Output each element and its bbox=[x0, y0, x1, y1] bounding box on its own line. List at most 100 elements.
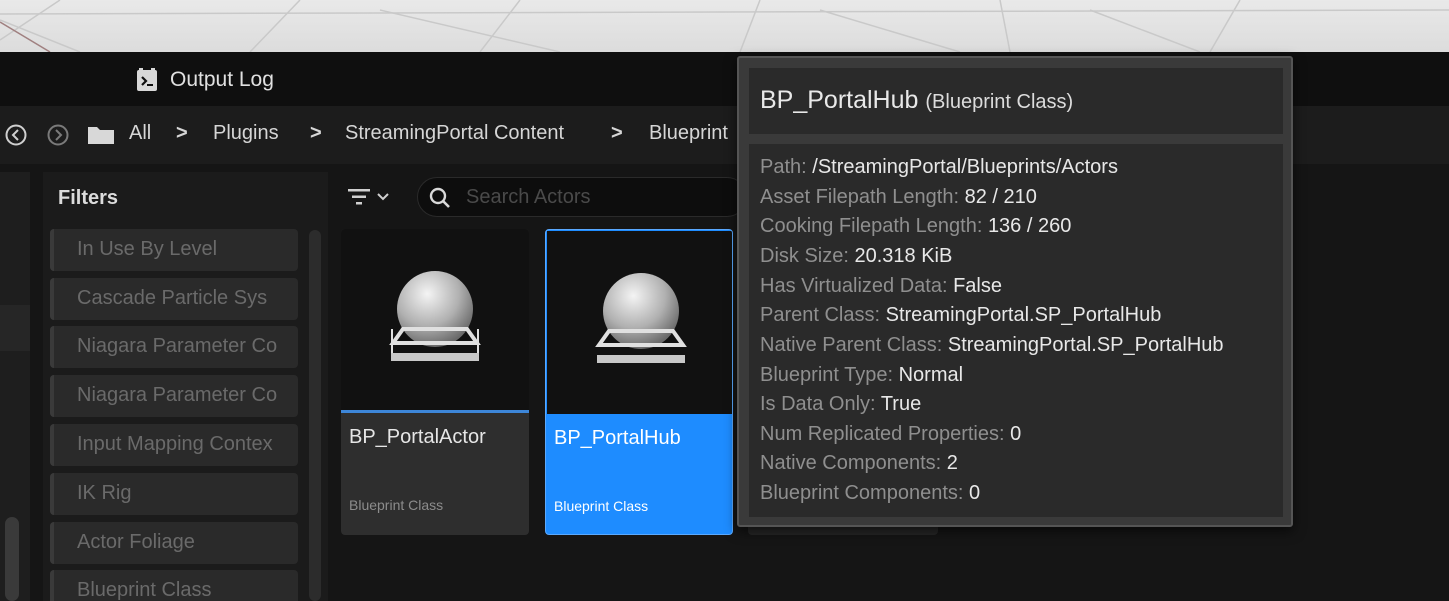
filters-panel: Filters In Use By Level Cascade Particle… bbox=[43, 172, 328, 601]
filter-color-bar bbox=[50, 229, 54, 271]
filter-label: Cascade Particle Sys bbox=[77, 287, 268, 309]
sources-panel-tab[interactable] bbox=[0, 305, 30, 351]
asset-tooltip: BP_PortalHub (Blueprint Class) Path: /St… bbox=[737, 56, 1293, 527]
filter-label: Input Mapping Contex bbox=[77, 433, 273, 455]
tooltip-value: /StreamingPortal/Blueprints/Actors bbox=[812, 156, 1118, 178]
tooltip-row: Has Virtualized Data: False bbox=[760, 275, 1002, 298]
breadcrumb-separator: > bbox=[310, 122, 322, 144]
tooltip-value: 0 bbox=[969, 482, 981, 504]
tooltip-asset-name: BP_PortalHub bbox=[760, 86, 919, 114]
filter-label: Actor Foliage bbox=[77, 531, 195, 553]
asset-name: BP_PortalHub bbox=[554, 427, 681, 449]
tooltip-key: Blueprint Components: bbox=[760, 482, 964, 504]
tooltip-body: Path: /StreamingPortal/Blueprints/Actors… bbox=[749, 144, 1283, 517]
tooltip-row: Blueprint Type: Normal bbox=[760, 364, 963, 387]
tooltip-value: True bbox=[880, 393, 922, 415]
viewport-floor bbox=[0, 0, 1449, 52]
tooltip-key: Path: bbox=[760, 156, 807, 178]
tooltip-value: StreamingPortal.SP_PortalHub bbox=[885, 304, 1162, 326]
filter-label: Blueprint Class bbox=[77, 579, 212, 601]
tooltip-row: Asset Filepath Length: 82 / 210 bbox=[760, 186, 1037, 209]
search-placeholder: Search Actors bbox=[466, 186, 591, 208]
tooltip-row: Num Replicated Properties: 0 bbox=[760, 423, 1021, 446]
tooltip-value: Normal bbox=[898, 364, 964, 386]
tooltip-key: Parent Class: bbox=[760, 304, 881, 326]
folder-icon bbox=[88, 127, 114, 144]
filter-item[interactable]: Actor Foliage bbox=[50, 522, 298, 564]
asset-tile-selected[interactable]: BP_PortalHub Blueprint Class bbox=[545, 229, 733, 535]
search-input[interactable]: Search Actors bbox=[417, 177, 747, 217]
tooltip-value: 0 bbox=[1010, 423, 1022, 445]
tooltip-row: Is Data Only: True bbox=[760, 393, 921, 416]
tooltip-title: BP_PortalHub (Blueprint Class) bbox=[760, 86, 1073, 115]
filter-color-bar bbox=[50, 424, 54, 466]
filter-label: In Use By Level bbox=[77, 238, 218, 260]
filter-color-bar bbox=[50, 522, 54, 564]
tooltip-row: Path: /StreamingPortal/Blueprints/Actors bbox=[760, 156, 1118, 179]
breadcrumb-separator: > bbox=[176, 122, 188, 144]
asset-name: BP_PortalActor bbox=[349, 426, 486, 448]
blueprint-actor-icon bbox=[595, 273, 687, 363]
filter-color-bar bbox=[50, 375, 54, 417]
forward-icon[interactable] bbox=[46, 123, 70, 147]
filter-color-bar bbox=[50, 326, 54, 368]
back-icon[interactable] bbox=[4, 123, 28, 147]
tooltip-key: Native Parent Class: bbox=[760, 334, 943, 356]
sources-panel-collapsed bbox=[0, 172, 30, 601]
breadcrumb-streamingportal-content[interactable]: StreamingPortal Content bbox=[345, 122, 564, 145]
breadcrumb-all[interactable]: All bbox=[129, 122, 151, 145]
blueprint-actor-icon bbox=[389, 271, 481, 361]
filter-item[interactable]: Blueprint Class bbox=[50, 570, 298, 601]
tooltip-row: Parent Class: StreamingPortal.SP_PortalH… bbox=[760, 304, 1161, 327]
tooltip-row: Blueprint Components: 0 bbox=[760, 482, 980, 505]
search-icon bbox=[429, 187, 450, 208]
filters-scrollbar[interactable] bbox=[309, 230, 321, 601]
tab-label: Output Log bbox=[170, 68, 274, 91]
tooltip-value: 20.318 KiB bbox=[854, 245, 953, 267]
filter-item[interactable]: Cascade Particle Sys bbox=[50, 278, 298, 320]
asset-type-underline bbox=[341, 410, 529, 413]
tooltip-key: Num Replicated Properties: bbox=[760, 423, 1005, 445]
breadcrumb-blueprints[interactable]: Blueprint bbox=[649, 122, 728, 145]
tooltip-asset-type: (Blueprint Class) bbox=[925, 91, 1074, 113]
asset-type: Blueprint Class bbox=[554, 498, 649, 514]
tooltip-header: BP_PortalHub (Blueprint Class) bbox=[749, 68, 1283, 134]
filter-label: IK Rig bbox=[77, 482, 132, 504]
tooltip-value: 136 / 260 bbox=[987, 215, 1072, 237]
filter-dropdown-icon[interactable] bbox=[346, 183, 396, 211]
filter-color-bar bbox=[50, 570, 54, 601]
tooltip-key: Has Virtualized Data: bbox=[760, 275, 948, 297]
output-log-icon bbox=[137, 68, 157, 91]
breadcrumb-plugins[interactable]: Plugins bbox=[213, 122, 279, 145]
filter-color-bar bbox=[50, 473, 54, 515]
tooltip-row: Native Components: 2 bbox=[760, 452, 958, 475]
breadcrumb-separator: > bbox=[611, 122, 623, 144]
tooltip-key: Is Data Only: bbox=[760, 393, 876, 415]
filter-item[interactable]: Input Mapping Contex bbox=[50, 424, 298, 466]
filter-item[interactable]: Niagara Parameter Co bbox=[50, 326, 298, 368]
tooltip-key: Asset Filepath Length: bbox=[760, 186, 960, 208]
asset-type: Blueprint Class bbox=[349, 497, 444, 513]
filter-label: Niagara Parameter Co bbox=[77, 335, 278, 357]
tooltip-row: Native Parent Class: StreamingPortal.SP_… bbox=[760, 334, 1224, 357]
filter-label: Niagara Parameter Co bbox=[77, 384, 278, 406]
tab-output-log[interactable]: Output Log bbox=[136, 66, 274, 94]
sources-scrollbar[interactable] bbox=[5, 517, 19, 601]
filter-item[interactable]: IK Rig bbox=[50, 473, 298, 515]
filter-item[interactable]: In Use By Level bbox=[50, 229, 298, 271]
filter-item[interactable]: Niagara Parameter Co bbox=[50, 375, 298, 417]
tooltip-key: Native Components: bbox=[760, 452, 942, 474]
tooltip-key: Cooking Filepath Length: bbox=[760, 215, 983, 237]
tooltip-value: 82 / 210 bbox=[964, 186, 1037, 208]
tooltip-value: StreamingPortal.SP_PortalHub bbox=[947, 334, 1224, 356]
filter-color-bar bbox=[50, 278, 54, 320]
tooltip-value: 2 bbox=[946, 452, 958, 474]
tooltip-row: Disk Size: 20.318 KiB bbox=[760, 245, 952, 268]
asset-thumbnail bbox=[341, 229, 529, 412]
tooltip-row: Cooking Filepath Length: 136 / 260 bbox=[760, 215, 1071, 238]
tooltip-value: False bbox=[953, 275, 1002, 297]
asset-thumbnail bbox=[547, 231, 732, 414]
asset-tile[interactable]: BP_PortalActor Blueprint Class bbox=[341, 229, 529, 535]
filters-title: Filters bbox=[58, 187, 119, 209]
tooltip-key: Blueprint Type: bbox=[760, 364, 894, 386]
